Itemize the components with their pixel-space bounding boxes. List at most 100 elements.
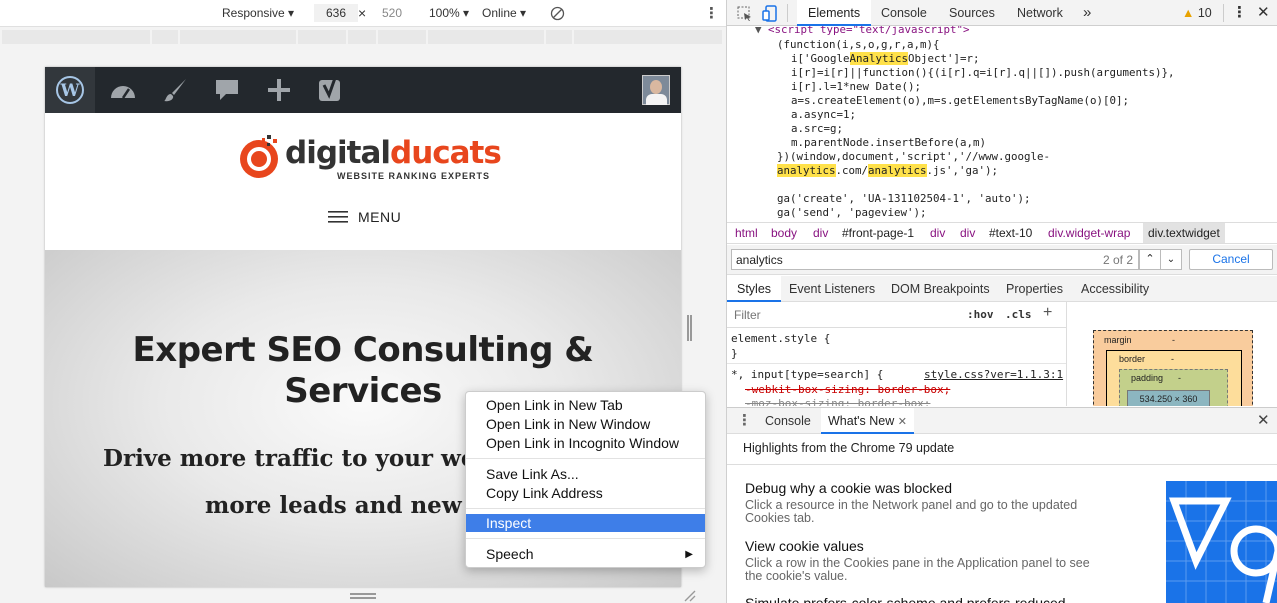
drawer-menu-icon[interactable]: ⋮ [737, 408, 752, 434]
network-select[interactable]: Online ▾ [482, 6, 526, 20]
new-content-plus-icon[interactable] [254, 67, 304, 113]
box-content[interactable]: 534.250 × 360 [1127, 390, 1210, 406]
close-drawer-icon[interactable]: ✕ [1257, 408, 1270, 434]
chrome-79-illustration-icon [1166, 481, 1277, 603]
search-input[interactable]: analytics 2 of 2 [731, 249, 1139, 270]
hero-subtitle-line2: more leads and new cli [205, 492, 502, 519]
breadcrumb-item[interactable]: #front-page-1 [842, 226, 914, 240]
hov-toggle[interactable]: :hov [967, 308, 994, 321]
code-line: i[r].l=1*new Date(); [791, 80, 922, 93]
code-line: analytics.com/analytics.js','ga'); [777, 164, 998, 178]
menu-open-new-tab[interactable]: Open Link in New Tab [466, 396, 705, 415]
tab-properties[interactable]: Properties [1006, 276, 1063, 302]
search-cancel-button[interactable]: Cancel [1189, 249, 1273, 270]
warnings-badge[interactable]: ▲ 10 [1182, 0, 1212, 26]
code-line: a.async=1; [791, 108, 857, 121]
zoom-select[interactable]: 100% ▾ [429, 6, 469, 20]
breadcrumb-item[interactable]: html [735, 226, 758, 240]
resize-handle-bottom[interactable] [350, 593, 376, 599]
wordpress-icon[interactable]: W [45, 67, 95, 113]
breadcrumb-item[interactable]: div [930, 226, 945, 240]
inspect-element-icon[interactable] [737, 6, 752, 21]
news-item-desc-line: the cookie's value. [745, 569, 848, 583]
breadcrumb-item-selected[interactable]: div.textwidget [1143, 223, 1225, 243]
tab-accessibility[interactable]: Accessibility [1081, 276, 1149, 302]
news-item-desc: Click a resource in the Network panel an… [745, 499, 1077, 525]
hero-subtitle-line1: Drive more traffic to your webs [103, 445, 505, 472]
drawer-tab-console[interactable]: Console [765, 408, 811, 434]
search-prev-icon[interactable]: ⌃ [1139, 249, 1161, 270]
news-item-title[interactable]: View cookie values [745, 538, 864, 554]
breadcrumb-item[interactable]: div.widget-wrap [1048, 226, 1130, 240]
logo-wordmark: digitalducats [285, 135, 502, 171]
code-line: ga('send', 'pageview'); [777, 206, 927, 219]
user-avatar[interactable] [642, 75, 670, 105]
news-item-title[interactable]: Simulate prefers-color-scheme and prefer… [745, 595, 1066, 603]
breadcrumb-item[interactable]: #text-10 [989, 226, 1032, 240]
rule-source-link[interactable]: style.css?ver=1.1.3:1 [924, 368, 1063, 381]
media-query-bar[interactable] [2, 30, 724, 44]
styles-filter-input[interactable] [730, 305, 955, 325]
menu-label: MENU [358, 209, 402, 225]
context-menu: Open Link in New Tab Open Link in New Wi… [465, 391, 706, 568]
search-highlight: Analytics [849, 52, 909, 65]
news-item-desc: Click a row in the Cookies pane in the A… [745, 557, 1090, 583]
tab-styles[interactable]: Styles [727, 276, 782, 302]
rotate-icon[interactable] [550, 6, 565, 21]
search-next-icon[interactable]: ⌄ [1160, 249, 1182, 270]
close-tab-icon[interactable]: ✕ [898, 416, 907, 428]
more-tabs-icon[interactable]: » [1083, 0, 1091, 26]
border-label: border [1119, 354, 1146, 364]
tab-sources[interactable]: Sources [949, 0, 995, 26]
cls-toggle[interactable]: .cls [1005, 308, 1032, 321]
elements-tree[interactable]: ▼ <script type="text/javascript"> (funct… [727, 26, 1277, 222]
menu-speech[interactable]: Speech ▶ [466, 545, 705, 564]
rule-property[interactable]: -moz-box-sizing: border-box; [745, 397, 930, 406]
search-bar: analytics 2 of 2 ⌃ ⌄ Cancel [727, 245, 1277, 275]
tab-network[interactable]: Network [1017, 0, 1063, 26]
tab-event-listeners[interactable]: Event Listeners [789, 276, 875, 302]
box-border[interactable]: border - padding - 534.250 × 360 [1106, 350, 1242, 406]
device-toolbar-toggle-icon[interactable] [762, 5, 778, 22]
tab-console[interactable]: Console [881, 0, 927, 26]
news-item-title[interactable]: Debug why a cookie was blocked [745, 480, 952, 496]
menu-toggle[interactable]: MENU [328, 207, 401, 227]
code-line: i[r]=i[r]||function(){(i[r].q=i[r].q||[]… [791, 66, 1175, 79]
rule-property[interactable]: -webkit-box-sizing: border-box; [745, 383, 950, 396]
menu-save-link-as[interactable]: Save Link As... [466, 465, 705, 484]
customize-menu-icon[interactable]: ⋮ [1232, 0, 1247, 26]
breadcrumb-item[interactable]: body [771, 226, 797, 240]
menu-open-new-window[interactable]: Open Link in New Window [466, 415, 705, 434]
resize-handle-right[interactable] [687, 315, 692, 341]
logo-tagline: WEBSITE RANKING EXPERTS [337, 171, 491, 181]
box-padding[interactable]: padding - 534.250 × 360 [1119, 369, 1228, 406]
breadcrumb-item[interactable]: div [960, 226, 975, 240]
breadcrumb-item[interactable]: div [813, 226, 828, 240]
comments-icon[interactable] [202, 67, 252, 113]
breadcrumb: html body div #front-page-1 div div #tex… [727, 222, 1277, 244]
wp-admin-bar: W [45, 67, 681, 113]
yoast-seo-icon[interactable] [306, 67, 356, 113]
chrome-79-graphic [1166, 481, 1277, 603]
width-input[interactable]: 636 [314, 4, 358, 22]
height-input[interactable]: 520 [370, 4, 414, 22]
customize-brush-icon[interactable] [150, 67, 200, 113]
rule-element-style[interactable]: element.style { [731, 332, 830, 345]
device-mode-select[interactable]: Responsive ▾ [222, 6, 294, 20]
dashboard-icon[interactable] [98, 67, 148, 113]
network-label: Online [482, 6, 517, 20]
close-devtools-icon[interactable]: ✕ [1257, 0, 1270, 26]
site-logo[interactable]: digitalducats WEBSITE RANKING EXPERTS [237, 125, 507, 187]
menu-copy-link-address[interactable]: Copy Link Address [466, 484, 705, 503]
new-style-rule-icon[interactable]: + [1043, 304, 1052, 322]
code-segment: Object']=r; [908, 52, 980, 65]
resize-corner-icon[interactable] [683, 590, 697, 602]
menu-open-incognito[interactable]: Open Link in Incognito Window [466, 434, 705, 453]
more-options-icon[interactable]: ⋮ [704, 4, 719, 22]
tab-dom-breakpoints[interactable]: DOM Breakpoints [891, 276, 990, 302]
rule-selector[interactable]: *, input[type=search] { [731, 368, 883, 381]
drawer-tab-whats-new[interactable]: What's New ✕ [821, 408, 914, 434]
menu-inspect[interactable]: Inspect [466, 514, 705, 532]
box-margin[interactable]: margin - border - padding - 534.250 × 36… [1093, 330, 1253, 406]
tab-elements[interactable]: Elements [797, 0, 872, 26]
